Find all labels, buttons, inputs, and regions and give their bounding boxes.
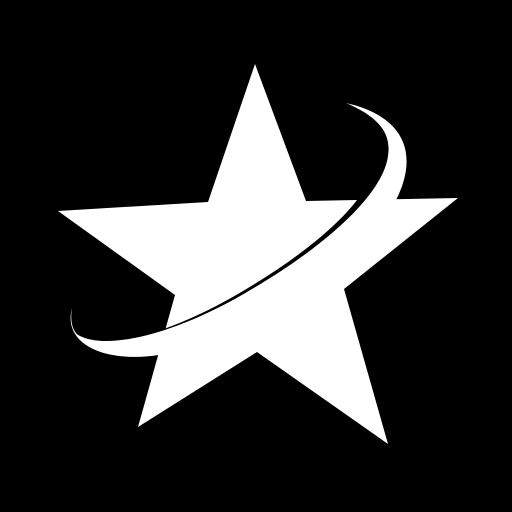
logo-canvas xyxy=(0,0,512,512)
star-with-orbit-swoosh-icon xyxy=(0,0,512,512)
